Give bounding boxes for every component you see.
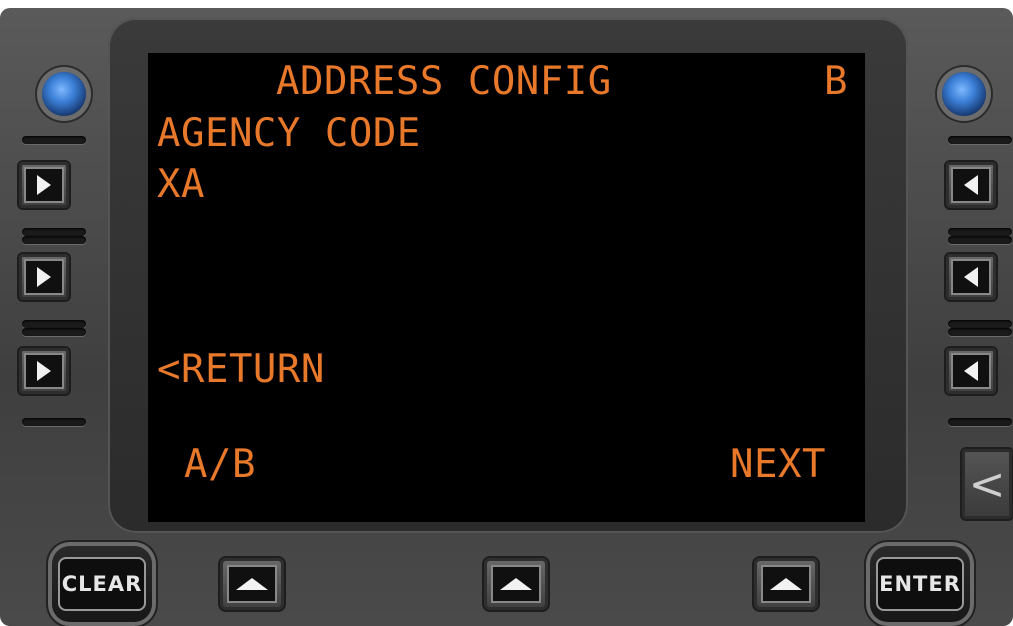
- slot-divider: [22, 136, 86, 144]
- triangle-up-icon: [236, 578, 268, 590]
- slot-divider: [948, 328, 1012, 336]
- agency-code-label: AGENCY CODE: [157, 111, 421, 156]
- slot-divider: [948, 228, 1012, 236]
- chevron-left-icon: <: [968, 458, 1006, 510]
- left-brightness-knob-icon[interactable]: [42, 72, 86, 116]
- slot-divider: [22, 236, 86, 244]
- triangle-right-icon: [37, 175, 51, 195]
- slot-divider: [948, 418, 1012, 426]
- enter-button-label: ENTER: [876, 557, 964, 611]
- triangle-up-icon: [500, 578, 532, 590]
- enter-button[interactable]: ENTER: [870, 546, 970, 622]
- next-option: NEXT: [730, 442, 826, 487]
- cdu-screen: ADDRESS CONFIG B AGENCY CODE XA <RETURN …: [148, 53, 865, 522]
- left-lsk-3-button[interactable]: [17, 346, 71, 396]
- triangle-left-icon: [964, 267, 978, 287]
- slot-divider: [22, 328, 86, 336]
- triangle-right-icon: [37, 361, 51, 381]
- bottom-soft-key-1-button[interactable]: [218, 556, 286, 612]
- slot-divider: [948, 236, 1012, 244]
- slot-divider: [22, 228, 86, 236]
- right-lsk-2-button[interactable]: [944, 252, 998, 302]
- left-lsk-2-button[interactable]: [17, 252, 71, 302]
- slot-divider: [22, 320, 86, 328]
- bottom-soft-key-3-button[interactable]: [752, 556, 820, 612]
- triangle-left-icon: [964, 175, 978, 195]
- ab-option: A/B: [184, 442, 256, 487]
- slot-divider: [22, 418, 86, 426]
- back-button[interactable]: <: [960, 447, 1013, 521]
- right-lsk-3-button[interactable]: [944, 346, 998, 396]
- return-option: <RETURN: [157, 347, 325, 392]
- triangle-right-icon: [37, 267, 51, 287]
- triangle-up-icon: [770, 578, 802, 590]
- triangle-left-icon: [964, 361, 978, 381]
- clear-button-label: CLEAR: [58, 557, 146, 611]
- clear-button[interactable]: CLEAR: [52, 546, 152, 622]
- left-lsk-1-button[interactable]: [17, 160, 71, 210]
- agency-code-value: XA: [157, 162, 205, 207]
- page-title: ADDRESS CONFIG: [276, 59, 612, 104]
- right-brightness-knob-icon[interactable]: [942, 72, 986, 116]
- right-lsk-1-button[interactable]: [944, 160, 998, 210]
- bottom-soft-key-2-button[interactable]: [482, 556, 550, 612]
- side-indicator: B: [824, 59, 848, 104]
- slot-divider: [948, 136, 1012, 144]
- slot-divider: [948, 320, 1012, 328]
